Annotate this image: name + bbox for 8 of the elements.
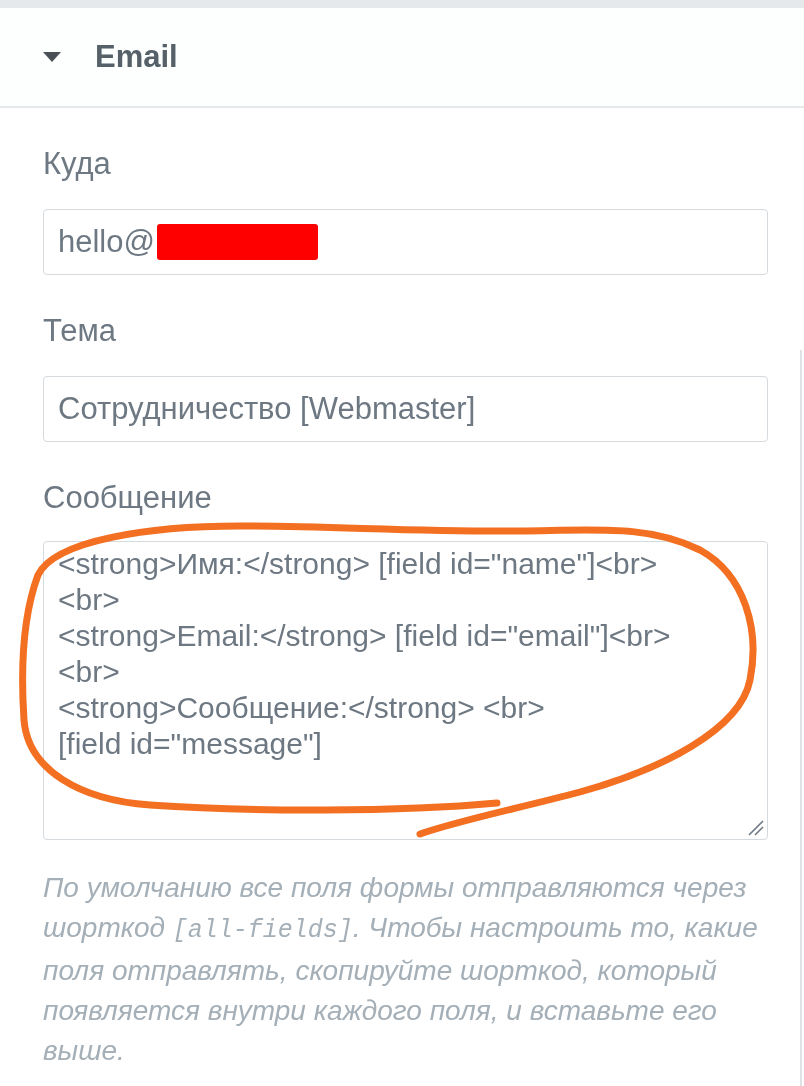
message-field[interactable]: <strong>Имя:</strong> [field id="name"]<br> <br> <strong>Email:</strong> [field id="email"]<br> <br> <strong>Сообщение:</strong> <br> [field id="message"]: [43, 541, 768, 840]
text-field[interactable]: Сотрудничество [Webmaster]: [43, 376, 768, 442]
text-field[interactable]: hello@: [43, 209, 768, 275]
help-text: По умолчанию все поля формы отправляются через шорткод [all-fields]. Чтобы настроить то, какие поля отправлять, скопируйте шорткод, который появляется внутри каждого поля, и вставьте его выше.: [43, 871, 759, 1068]
field-label: Тема: [43, 313, 116, 349]
field-label: Сообщение: [43, 480, 212, 516]
field-label: Куда: [43, 146, 111, 182]
resize-handle-icon[interactable]: [748, 820, 764, 836]
